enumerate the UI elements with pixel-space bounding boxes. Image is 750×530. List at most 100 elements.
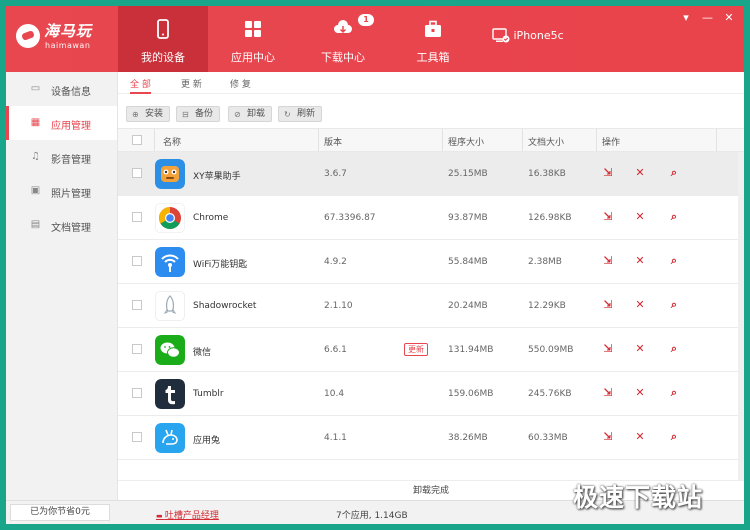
delete-icon[interactable]: ✕: [634, 343, 646, 355]
brand-name: 海马玩: [44, 22, 93, 40]
select-all-checkbox[interactable]: [132, 135, 142, 145]
backup-icon: ⊟: [182, 110, 189, 119]
row-checkbox[interactable]: [132, 388, 142, 398]
app-name: XY苹果助手: [193, 172, 241, 182]
sidebar-item-device-info[interactable]: ▭ 设备信息: [6, 72, 117, 106]
app-program-size: 55.84MB: [448, 257, 488, 267]
search-icon[interactable]: ⌕: [668, 211, 680, 223]
install-button[interactable]: ⊕ 安装: [126, 106, 170, 122]
cloud-download-icon: [334, 20, 352, 34]
row-checkbox[interactable]: [132, 256, 142, 266]
main-panel: 全 部 更 新 修 复 ⊕ 安装 ⊟ 备份 ⊘ 卸载 ↻ 刷新 名称 版本 程序大小 文…: [118, 72, 744, 500]
app-doc-size: 60.33MB: [528, 433, 568, 443]
tab-repair[interactable]: 修 复: [230, 77, 251, 94]
close-icon[interactable]: ✕: [722, 11, 736, 24]
nav-download-center[interactable]: 1 下载中心: [298, 6, 388, 72]
export-icon[interactable]: ⇲: [602, 255, 614, 267]
tumblr-icon: [155, 379, 185, 409]
install-icon: ⊕: [132, 110, 139, 119]
nav-my-device[interactable]: 我的设备: [118, 6, 208, 72]
row-checkbox[interactable]: [132, 344, 142, 354]
header-name: 名称: [163, 138, 182, 148]
uninstall-icon: ⊘: [234, 110, 241, 119]
search-icon[interactable]: ⌕: [668, 387, 680, 399]
sidebar-item-label: 设备信息: [51, 87, 91, 98]
app-program-size: 159.06MB: [448, 389, 494, 399]
phone-icon: [157, 19, 169, 39]
row-checkbox[interactable]: [132, 432, 142, 442]
backup-label: 备份: [195, 109, 214, 119]
sidebar-item-media-management[interactable]: ♫ 影音管理: [6, 140, 117, 174]
nav-toolbox[interactable]: 工具箱: [388, 6, 478, 72]
header-actions: 操作: [602, 138, 621, 148]
app-doc-size: 2.38MB: [528, 257, 562, 267]
minimize-icon[interactable]: —: [701, 11, 715, 24]
backup-button[interactable]: ⊟ 备份: [176, 106, 220, 122]
sidebar-item-app-management[interactable]: ▦ 应用管理: [6, 106, 117, 140]
app-doc-size: 550.09MB: [528, 345, 574, 355]
row-checkbox[interactable]: [132, 212, 142, 222]
sidebar-item-photo-management[interactable]: ▣ 照片管理: [6, 174, 117, 208]
nav-label: 下载中心: [321, 51, 365, 64]
export-icon[interactable]: ⇲: [602, 343, 614, 355]
feedback-link[interactable]: 吐槽产品经理: [156, 508, 219, 521]
menu-dropdown-icon[interactable]: ▾: [679, 11, 693, 24]
header-doc-size: 文档大小: [528, 138, 565, 148]
refresh-label: 刷新: [297, 109, 316, 119]
row-checkbox[interactable]: [132, 300, 142, 310]
table-row[interactable]: 应用兔 4.1.1 38.26MB 60.33MB ⇲ ✕ ⌕: [118, 416, 744, 460]
app-name: Shadowrocket: [193, 301, 257, 311]
app-doc-size: 16.38KB: [528, 169, 566, 179]
delete-icon[interactable]: ✕: [634, 299, 646, 311]
export-icon[interactable]: ⇲: [602, 211, 614, 223]
table-row[interactable]: 微信 6.6.1 更新 131.94MB 550.09MB ⇲ ✕ ⌕: [118, 328, 744, 372]
app-doc-size: 12.29KB: [528, 301, 566, 311]
export-icon[interactable]: ⇲: [602, 299, 614, 311]
table-row[interactable]: XY苹果助手 3.6.7 25.15MB 16.38KB ⇲ ✕ ⌕: [118, 152, 744, 196]
sidebar: ▭ 设备信息 ▦ 应用管理 ♫ 影音管理 ▣ 照片管理 ▤ 文档管理: [6, 72, 118, 500]
app-version: 10.4: [324, 389, 345, 399]
app-program-size: 38.26MB: [448, 433, 488, 443]
delete-icon[interactable]: ✕: [634, 167, 646, 179]
table-scrollbar[interactable]: [738, 152, 744, 480]
sidebar-item-document-management[interactable]: ▤ 文档管理: [6, 208, 117, 242]
delete-icon[interactable]: ✕: [634, 387, 646, 399]
uninstall-button[interactable]: ⊘ 卸载: [228, 106, 272, 122]
app-name: WiFi万能钥匙: [193, 260, 248, 270]
row-checkbox[interactable]: [132, 168, 142, 178]
refresh-button[interactable]: ↻ 刷新: [278, 106, 322, 122]
site-watermark: 极速下载站: [573, 483, 704, 512]
sidebar-item-label: 照片管理: [51, 189, 91, 200]
nav-label: 应用中心: [231, 51, 275, 64]
subtab-bar: 全 部 更 新 修 复: [118, 72, 744, 94]
table-row[interactable]: WiFi万能钥匙 4.9.2 55.84MB 2.38MB ⇲ ✕ ⌕: [118, 240, 744, 284]
tab-update[interactable]: 更 新: [181, 77, 202, 94]
sidebar-item-label: 影音管理: [51, 155, 91, 166]
export-icon[interactable]: ⇲: [602, 431, 614, 443]
connected-device[interactable]: iPhone5c: [492, 28, 564, 44]
chrome-icon: [155, 203, 185, 233]
tab-all[interactable]: 全 部: [130, 77, 151, 94]
update-button[interactable]: 更新: [404, 343, 428, 356]
delete-icon[interactable]: ✕: [634, 211, 646, 223]
search-icon[interactable]: ⌕: [668, 167, 680, 179]
table-row[interactable]: Chrome 67.3396.87 93.87MB 126.98KB ⇲ ✕ ⌕: [118, 196, 744, 240]
delete-icon[interactable]: ✕: [634, 255, 646, 267]
search-icon[interactable]: ⌕: [668, 343, 680, 355]
toolbox-icon: [425, 20, 441, 37]
search-icon[interactable]: ⌕: [668, 431, 680, 443]
photo-icon: ▣: [30, 185, 41, 196]
wifi-key-icon: [155, 247, 185, 277]
table-row[interactable]: Shadowrocket 2.1.10 20.24MB 12.29KB ⇲ ✕ …: [118, 284, 744, 328]
nav-app-center[interactable]: 应用中心: [208, 6, 298, 72]
delete-icon[interactable]: ✕: [634, 431, 646, 443]
export-icon[interactable]: ⇲: [602, 167, 614, 179]
savings-indicator: 已为你节省0元: [10, 504, 110, 521]
app-program-size: 131.94MB: [448, 345, 494, 355]
search-icon[interactable]: ⌕: [668, 299, 680, 311]
table-row[interactable]: Tumblr 10.4 159.06MB 245.76KB ⇲ ✕ ⌕: [118, 372, 744, 416]
xy-assistant-icon: [155, 159, 185, 189]
search-icon[interactable]: ⌕: [668, 255, 680, 267]
wechat-icon: [155, 335, 185, 365]
export-icon[interactable]: ⇲: [602, 387, 614, 399]
